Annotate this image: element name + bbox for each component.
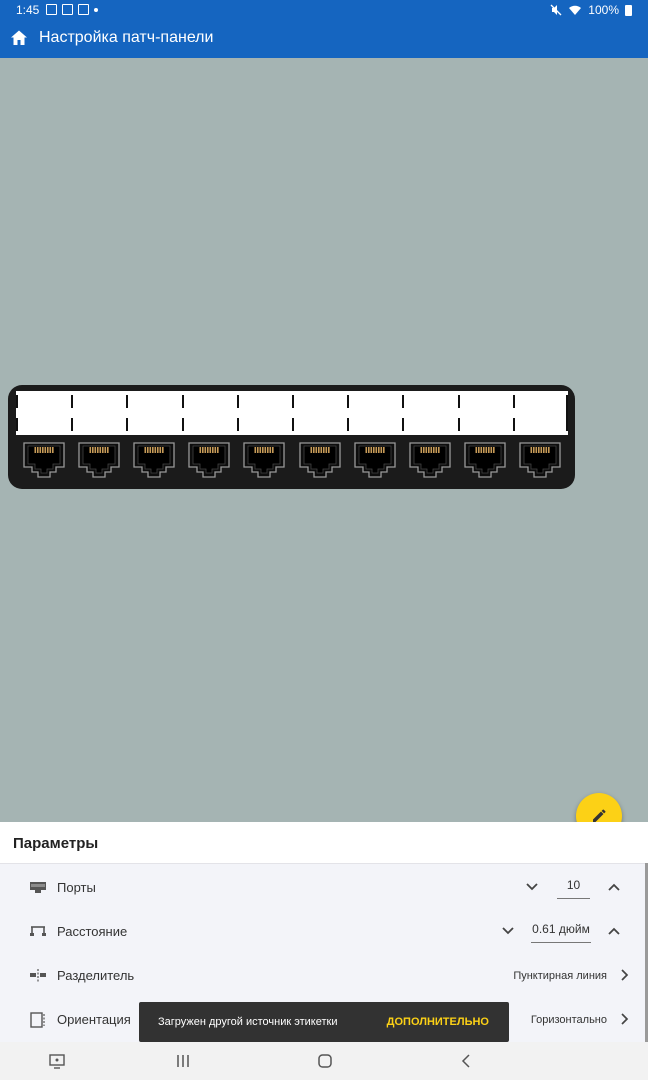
ports-row xyxy=(16,441,568,481)
port-label-cell[interactable] xyxy=(347,391,402,435)
rj45-port-icon[interactable] xyxy=(297,441,343,479)
screenshot-icon[interactable] xyxy=(48,1052,66,1070)
chevron-right-icon xyxy=(621,1013,629,1025)
system-nav-bar xyxy=(0,1042,648,1080)
port-label-cell[interactable] xyxy=(402,391,457,435)
label-strip[interactable] xyxy=(16,391,568,435)
spacing-increase-button[interactable] xyxy=(605,922,623,940)
mute-icon xyxy=(550,4,562,16)
orientation-value: Горизонтально xyxy=(530,1014,607,1026)
page-title: Настройка патч-панели xyxy=(39,29,214,46)
patch-panel-preview[interactable] xyxy=(8,385,575,489)
chevron-right-icon xyxy=(621,969,629,981)
divider-icon xyxy=(30,969,46,983)
port-icon xyxy=(30,882,46,893)
port-label-cell[interactable] xyxy=(181,391,237,435)
spacing-icon xyxy=(30,926,46,936)
home-icon[interactable] xyxy=(10,29,28,47)
spacing-decrease-button[interactable] xyxy=(499,922,517,940)
label-strip-end xyxy=(566,395,568,431)
notification-icons xyxy=(46,4,98,15)
battery-icon xyxy=(625,4,632,16)
home-nav-icon[interactable] xyxy=(316,1052,334,1070)
dot-icon xyxy=(94,8,98,12)
divider-row-setting[interactable]: Разделитель Пунктирная линия xyxy=(0,954,644,998)
rj45-port-icon[interactable] xyxy=(352,441,398,479)
snackbar: Загружен другой источник этикетки ДОПОЛН… xyxy=(139,1002,509,1042)
image-icon xyxy=(46,4,57,15)
port-slot xyxy=(237,441,292,481)
port-label-cell[interactable] xyxy=(236,391,292,435)
port-label-cell[interactable] xyxy=(292,391,347,435)
recents-icon[interactable] xyxy=(174,1052,192,1070)
port-label-cell[interactable] xyxy=(512,391,568,435)
rj45-port-icon[interactable] xyxy=(462,441,508,479)
port-label-cell[interactable] xyxy=(457,391,513,435)
ports-row-setting: Порты 10 xyxy=(0,866,644,910)
orientation-label: Ориентация xyxy=(57,1012,131,1027)
back-icon[interactable] xyxy=(458,1052,476,1070)
divider-label: Разделитель xyxy=(57,968,135,983)
port-slot xyxy=(347,441,402,481)
gallery-icon xyxy=(78,4,89,15)
port-slot xyxy=(126,441,181,481)
divider-value: Пунктирная линия xyxy=(513,970,607,982)
port-slot xyxy=(513,441,568,481)
port-slot xyxy=(402,441,457,481)
ports-value[interactable]: 10 xyxy=(557,877,590,899)
system-icons: 100% xyxy=(550,3,632,17)
rj45-port-icon[interactable] xyxy=(131,441,177,479)
status-bar: 1:45 100% xyxy=(0,0,648,19)
port-slot xyxy=(182,441,237,481)
rj45-port-icon[interactable] xyxy=(517,441,563,479)
port-label-cell[interactable] xyxy=(16,391,71,435)
status-time: 1:45 xyxy=(16,3,40,17)
ports-label: Порты xyxy=(57,880,96,895)
battery-percent: 100% xyxy=(588,3,619,17)
port-slot xyxy=(458,441,513,481)
rj45-port-icon[interactable] xyxy=(186,441,232,479)
spacing-label: Расстояние xyxy=(57,924,128,939)
gmail-icon xyxy=(62,4,73,15)
port-slot xyxy=(292,441,347,481)
port-slot xyxy=(16,441,71,481)
port-label-cell[interactable] xyxy=(126,391,181,435)
spacing-row-setting: Расстояние 0.61 дюйм xyxy=(0,910,644,954)
orientation-icon xyxy=(30,1012,45,1028)
snackbar-message: Загружен другой источник этикетки xyxy=(158,1016,338,1028)
params-title: Параметры xyxy=(13,835,99,852)
rj45-port-icon[interactable] xyxy=(21,441,67,479)
rj45-port-icon[interactable] xyxy=(241,441,287,479)
spacing-value[interactable]: 0.61 дюйм xyxy=(531,921,591,943)
app-bar: Настройка патч-панели xyxy=(0,19,648,58)
rj45-port-icon[interactable] xyxy=(407,441,453,479)
ports-increase-button[interactable] xyxy=(605,878,623,896)
snackbar-action-button[interactable]: ДОПОЛНИТЕЛЬНО xyxy=(387,1016,489,1028)
rj45-port-icon[interactable] xyxy=(76,441,122,479)
wifi-icon xyxy=(569,5,582,15)
port-slot xyxy=(71,441,126,481)
ports-decrease-button[interactable] xyxy=(523,878,541,896)
port-label-cell[interactable] xyxy=(71,391,126,435)
